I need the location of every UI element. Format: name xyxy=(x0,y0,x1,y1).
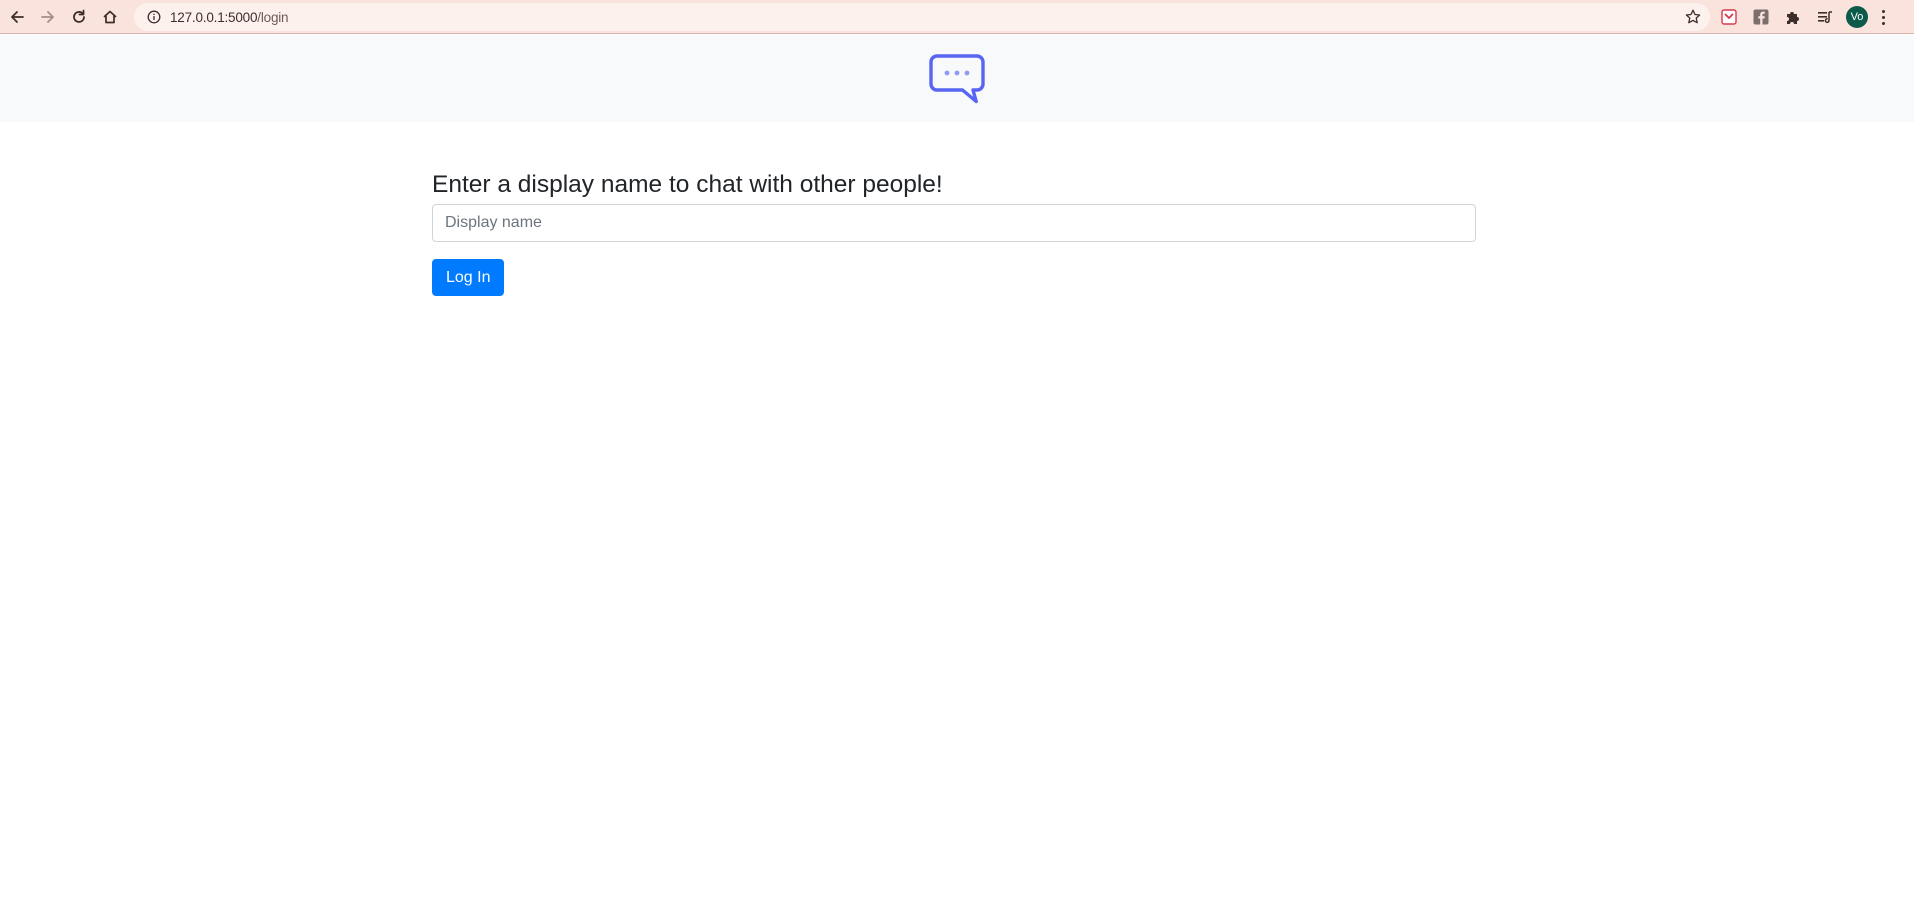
address-bar[interactable]: 127.0.0.1:5000/login xyxy=(134,3,1710,31)
back-button[interactable] xyxy=(4,4,30,30)
url-text[interactable]: 127.0.0.1:5000/login xyxy=(170,9,289,25)
url-host: 127.0.0.1:5000 xyxy=(170,9,258,25)
chat-bubble-icon[interactable] xyxy=(928,53,986,105)
browser-toolbar: 127.0.0.1:5000/login Vo xyxy=(0,0,1914,34)
login-form: Enter a display name to chat with other … xyxy=(432,165,1476,296)
media-queue-icon[interactable] xyxy=(1814,6,1836,28)
kebab-menu-icon[interactable] xyxy=(1878,6,1888,28)
page-title: Enter a display name to chat with other … xyxy=(432,170,943,198)
login-button[interactable]: Log In xyxy=(432,259,505,296)
home-icon xyxy=(103,10,117,23)
reload-icon xyxy=(73,9,85,23)
profile-avatar[interactable]: Vo xyxy=(1846,6,1868,28)
puzzle-icon[interactable] xyxy=(1782,6,1804,28)
facebook-icon[interactable] xyxy=(1750,6,1772,28)
pocket-icon[interactable] xyxy=(1718,6,1740,28)
site-header xyxy=(0,35,1914,122)
forward-arrow-icon xyxy=(41,10,54,23)
info-icon[interactable] xyxy=(146,9,162,25)
back-arrow-icon xyxy=(11,10,24,23)
display-name-input[interactable] xyxy=(432,204,1476,242)
home-button[interactable] xyxy=(97,4,123,30)
reload-button[interactable] xyxy=(66,4,92,30)
star-icon[interactable] xyxy=(1684,8,1702,26)
extensions-area: Vo xyxy=(1718,0,1888,34)
url-path: /login xyxy=(257,9,289,25)
forward-button[interactable] xyxy=(35,4,61,30)
